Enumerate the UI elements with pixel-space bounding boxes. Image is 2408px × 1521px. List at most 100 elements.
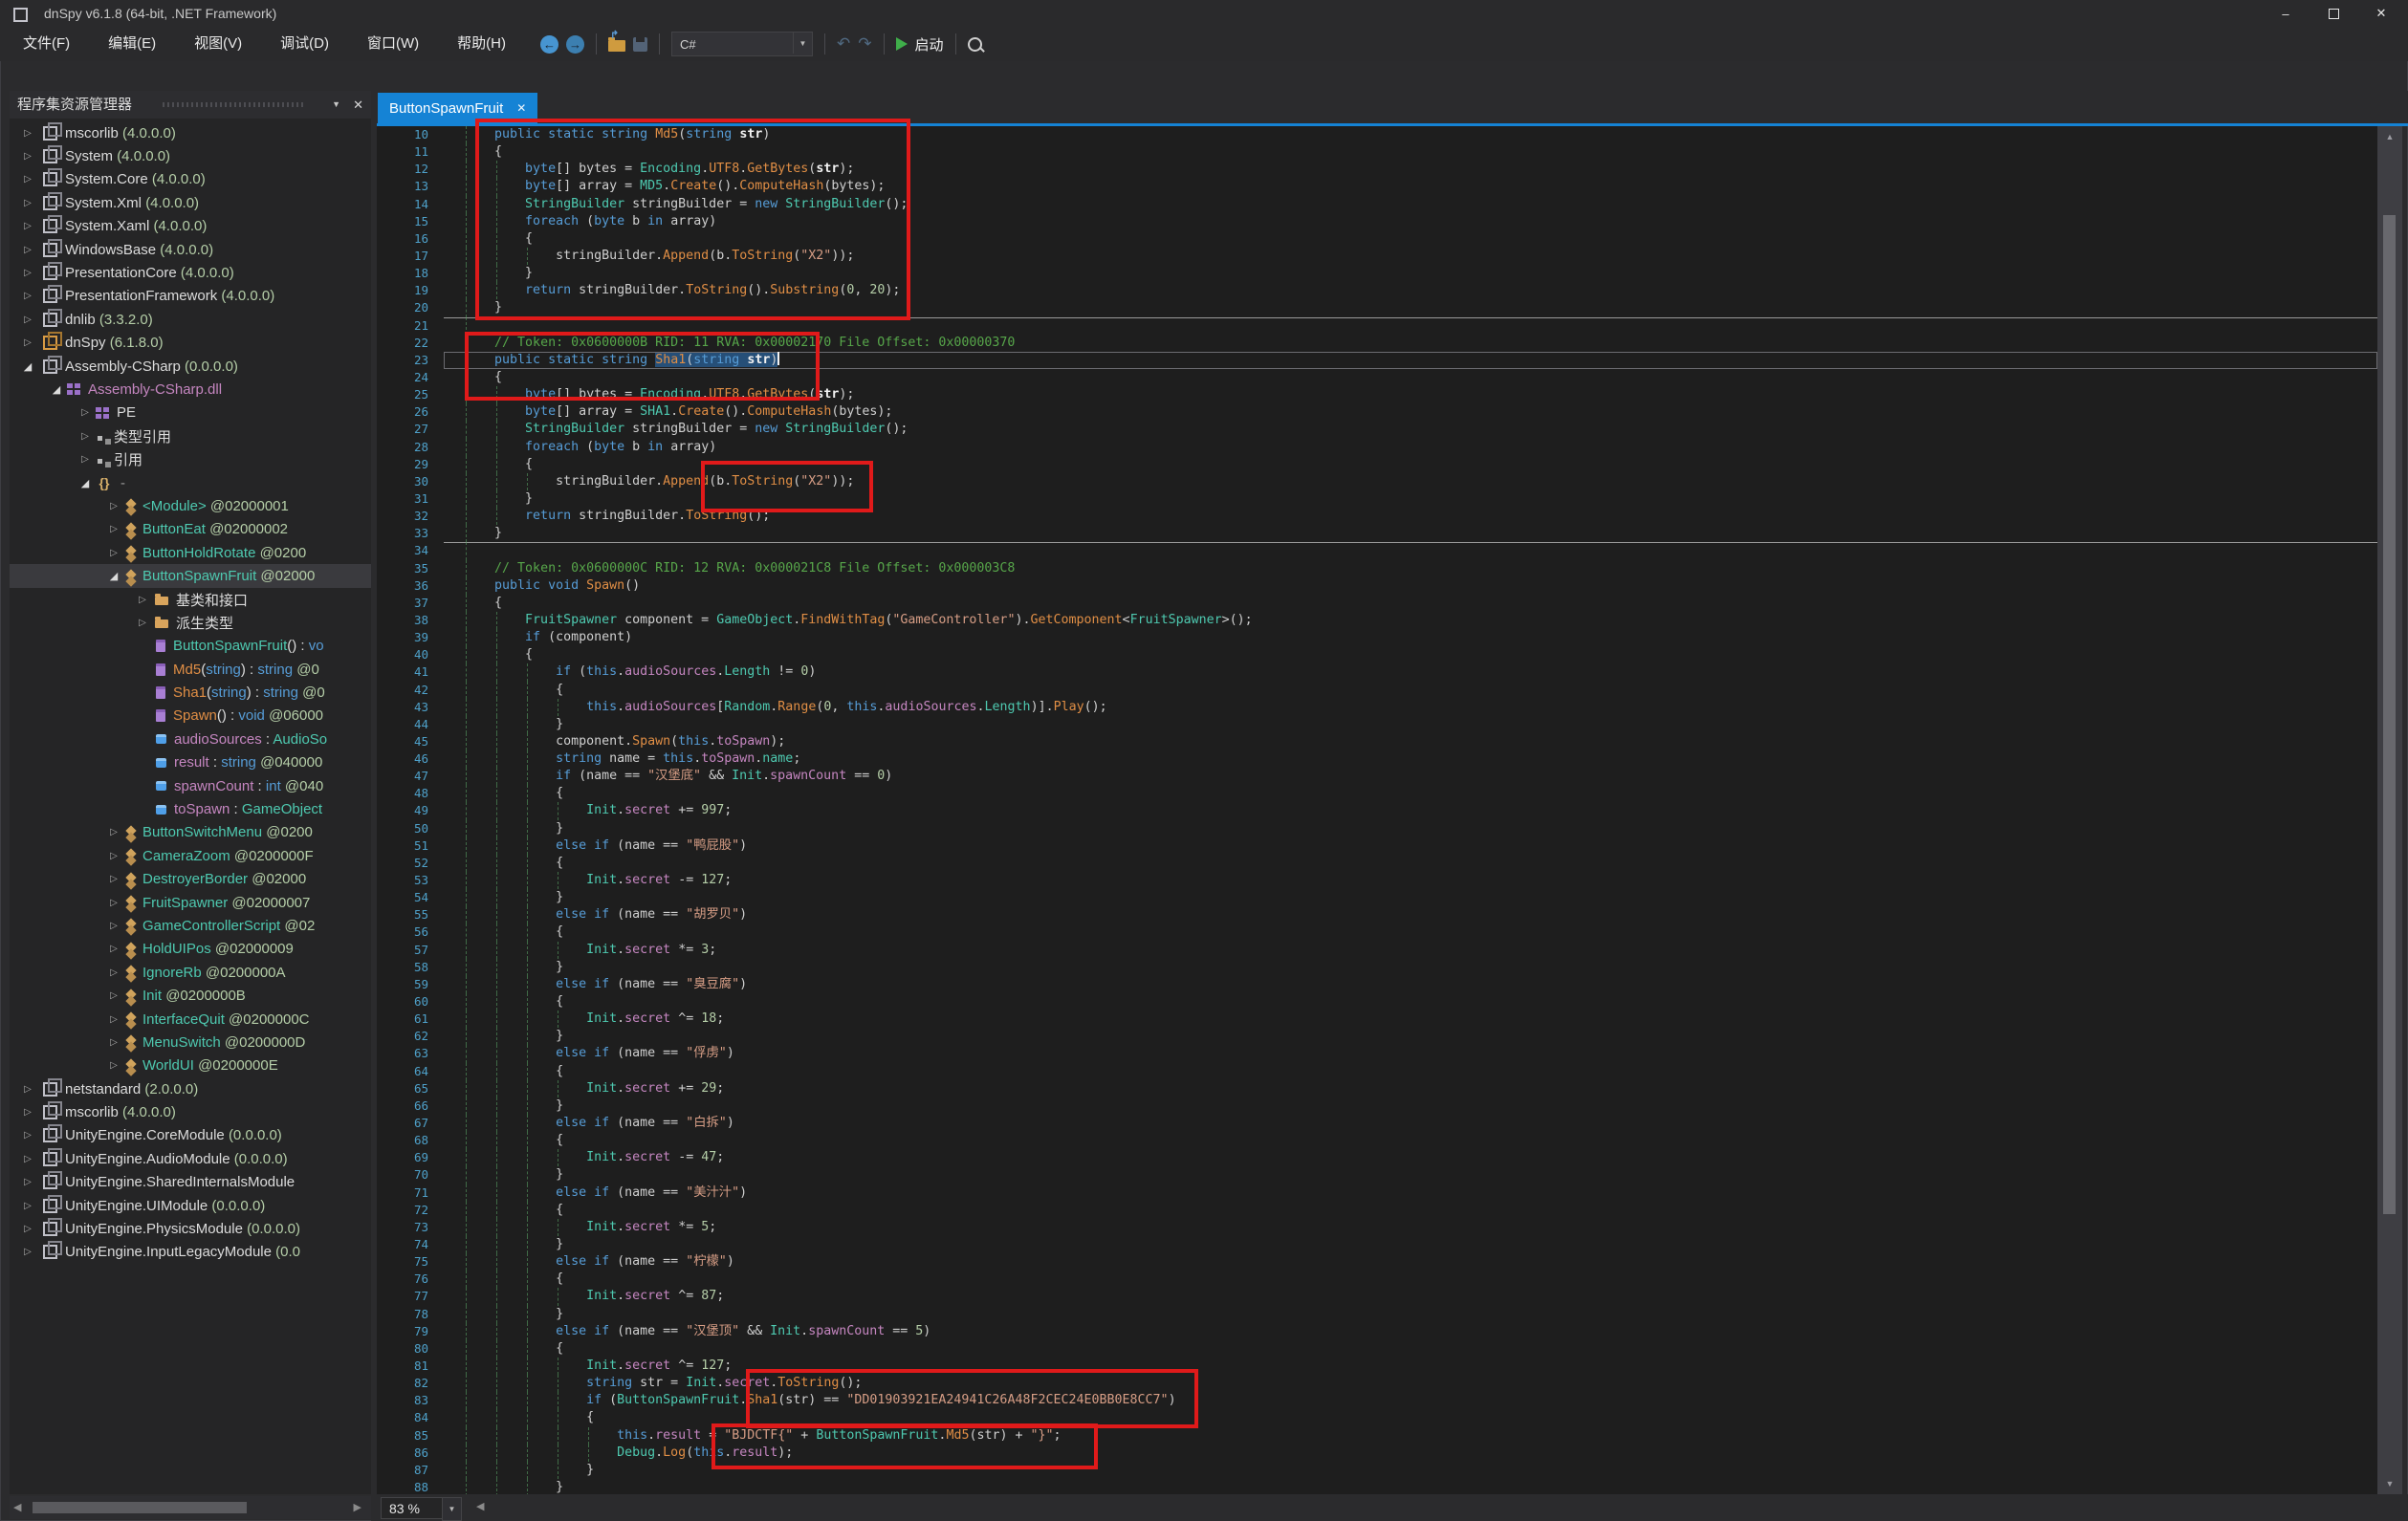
expander-icon[interactable]: ▷ [17, 291, 38, 301]
tree-item[interactable]: ButtonSpawnFruit() : vo [10, 635, 371, 658]
code-line[interactable]: 28 foreach (byte b in array) [377, 439, 2377, 456]
code-line[interactable]: 27 StringBuilder stringBuilder = new Str… [377, 421, 2377, 438]
minimize-button[interactable]: – [2264, 0, 2308, 27]
menu-file[interactable]: 文件(F) [8, 27, 85, 61]
menu-window[interactable]: 窗口(W) [352, 27, 434, 61]
tree-item[interactable]: ▷InterfaceQuit @0200000C [10, 1008, 371, 1031]
expander-icon[interactable]: ▷ [103, 827, 124, 837]
menu-help[interactable]: 帮助(H) [442, 27, 521, 61]
chevron-down-icon[interactable]: ▼ [793, 33, 812, 54]
code-line[interactable]: 39 if (component) [377, 629, 2377, 646]
panel-close-icon[interactable]: ✕ [353, 91, 363, 119]
tree-item[interactable]: ▷System (4.0.0.0) [10, 144, 371, 167]
tree-item[interactable]: ▷PresentationFramework (4.0.0.0) [10, 285, 371, 308]
code-line[interactable]: 64 { [377, 1063, 2377, 1080]
zoom-level-box[interactable]: 83 % [381, 1497, 449, 1519]
tree-item[interactable]: ▷HoldUIPos @02000009 [10, 938, 371, 961]
expander-icon[interactable]: ▷ [103, 874, 124, 884]
menu-debug[interactable]: 调试(D) [265, 27, 344, 61]
scroll-right-icon[interactable]: ▶ [354, 1501, 361, 1513]
tree-item[interactable]: ▷引用 [10, 447, 371, 470]
expander-icon[interactable]: ▷ [17, 337, 38, 348]
tree-item[interactable]: Md5(string) : string @0 [10, 658, 371, 681]
expander-icon[interactable]: ▷ [17, 1130, 38, 1141]
code-line[interactable]: 52 { [377, 855, 2377, 872]
scroll-left-icon[interactable]: ◀ [13, 1501, 21, 1513]
expander-icon[interactable]: ▷ [103, 898, 124, 908]
tree-item[interactable]: Sha1(string) : string @0 [10, 681, 371, 704]
expander-icon[interactable]: ◢ [17, 360, 38, 373]
expander-icon[interactable]: ▷ [103, 548, 124, 558]
expander-icon[interactable]: ◢ [103, 570, 124, 582]
expander-icon[interactable]: ◢ [46, 383, 67, 396]
code-line[interactable]: 55 else if (name == "胡罗贝") [377, 906, 2377, 923]
code-line[interactable]: 59 else if (name == "臭豆腐") [377, 976, 2377, 993]
tree-item[interactable]: ▷<Module> @02000001 [10, 494, 371, 517]
scroll-down-icon[interactable]: ▼ [2377, 1475, 2402, 1492]
start-debug-label[interactable]: 启动 [915, 34, 944, 54]
code-line[interactable]: 83 if (ButtonSpawnFruit.Sha1(str) == "DD… [377, 1392, 2377, 1409]
code-line[interactable]: 29 { [377, 456, 2377, 473]
expander-icon[interactable]: ▷ [17, 315, 38, 325]
expander-icon[interactable]: ▷ [17, 198, 38, 208]
expander-icon[interactable]: ◢ [75, 477, 96, 489]
code-line[interactable]: 88 } [377, 1479, 2377, 1494]
expander-icon[interactable]: ▷ [103, 944, 124, 954]
code-line[interactable]: 37 { [377, 595, 2377, 612]
code-line[interactable]: 87 } [377, 1462, 2377, 1479]
expander-icon[interactable]: ▷ [17, 151, 38, 162]
expander-icon[interactable]: ▷ [75, 431, 96, 442]
expander-icon[interactable]: ▷ [103, 1060, 124, 1071]
code-line[interactable]: 81 Init.secret ^= 127; [377, 1358, 2377, 1375]
tree-item[interactable]: ▷DestroyerBorder @02000 [10, 868, 371, 891]
code-line[interactable]: 70 } [377, 1166, 2377, 1184]
code-line[interactable]: 38 FruitSpawner component = GameObject.F… [377, 612, 2377, 629]
code-line[interactable]: 63 else if (name == "俘虏") [377, 1045, 2377, 1062]
code-line[interactable]: 82 string str = Init.secret.ToString(); [377, 1375, 2377, 1392]
scroll-left-icon[interactable]: ◀ [476, 1500, 484, 1512]
tree-item[interactable]: ◢Assembly-CSharp.dll [10, 378, 371, 401]
panel-menu-icon[interactable]: ▼ [332, 91, 340, 119]
tree-item[interactable]: ▷UnityEngine.CoreModule (0.0.0.0) [10, 1124, 371, 1147]
expander-icon[interactable]: ▷ [75, 407, 96, 418]
code-line[interactable]: 43 this.audioSources[Random.Range(0, thi… [377, 699, 2377, 716]
tree-item[interactable]: result : string @040000 [10, 751, 371, 774]
expander-icon[interactable]: ▷ [17, 1084, 38, 1095]
code-line[interactable]: 86 Debug.Log(this.result); [377, 1445, 2377, 1462]
code-line[interactable]: 58 } [377, 959, 2377, 976]
tree-item[interactable]: ▷GameControllerScript @02 [10, 914, 371, 937]
tree-item[interactable]: ▷netstandard (2.0.0.0) [10, 1077, 371, 1100]
code-line[interactable]: 35 // Token: 0x0600000C RID: 12 RVA: 0x0… [377, 560, 2377, 577]
explorer-hscrollbar[interactable]: ◀ ▶ [10, 1496, 371, 1519]
navigate-back-button[interactable]: ← [540, 35, 558, 54]
tree-item[interactable]: ▷System.Core (4.0.0.0) [10, 168, 371, 191]
explorer-hscroll-thumb[interactable] [33, 1502, 247, 1513]
zoom-dropdown-icon[interactable]: ▼ [442, 1497, 462, 1521]
code-line[interactable]: 66 } [377, 1097, 2377, 1115]
expander-icon[interactable]: ▷ [103, 967, 124, 978]
panel-drag-grip[interactable] [163, 102, 306, 107]
close-button[interactable]: ✕ [2359, 0, 2403, 27]
open-assembly-icon[interactable] [608, 40, 625, 52]
code-line[interactable]: 78 } [377, 1306, 2377, 1323]
expander-icon[interactable]: ▷ [103, 1014, 124, 1025]
code-line[interactable]: 85 this.result = "BJDCTF{" + ButtonSpawn… [377, 1427, 2377, 1445]
expander-icon[interactable]: ▷ [17, 1177, 38, 1187]
expander-icon[interactable]: ▷ [103, 501, 124, 511]
code-line[interactable]: 40 { [377, 646, 2377, 663]
tree-item[interactable]: ▷dnSpy (6.1.8.0) [10, 332, 371, 355]
expander-icon[interactable]: ▷ [17, 1154, 38, 1164]
tree-item[interactable]: ◢ButtonSpawnFruit @02000 [10, 564, 371, 587]
editor-vscrollbar[interactable]: ▲ ▼ [2377, 126, 2402, 1494]
expander-icon[interactable]: ▷ [103, 851, 124, 861]
tree-item[interactable]: ▷mscorlib (4.0.0.0) [10, 121, 371, 144]
menu-edit[interactable]: 编辑(E) [93, 27, 171, 61]
tree-item[interactable]: ▷PE [10, 402, 371, 424]
expander-icon[interactable]: ▷ [17, 245, 38, 255]
tree-item[interactable]: ▷类型引用 [10, 424, 371, 447]
tree-item[interactable]: ▷WindowsBase (4.0.0.0) [10, 238, 371, 261]
code-line[interactable]: 44 } [377, 716, 2377, 733]
code-line[interactable]: 60 { [377, 993, 2377, 1010]
tree-item[interactable]: ▷CameraZoom @0200000F [10, 844, 371, 867]
code-line[interactable]: 67 else if (name == "白拆") [377, 1115, 2377, 1132]
